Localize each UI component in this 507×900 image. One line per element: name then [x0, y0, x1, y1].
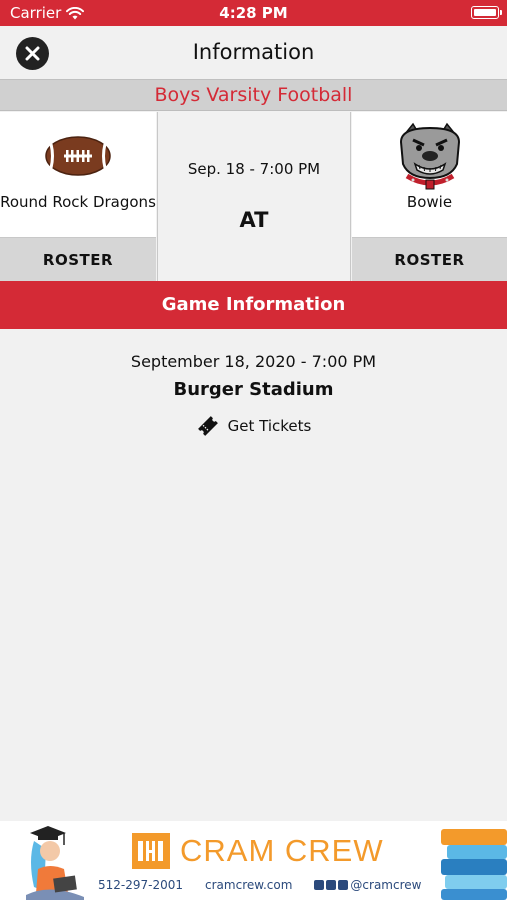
instagram-icon: [338, 880, 349, 890]
sport-title: Boys Varsity Football: [0, 79, 507, 111]
match-date: Sep. 18 - 7:00 PM: [187, 160, 321, 178]
battery-icon: [471, 6, 502, 19]
nav-bar: Information: [0, 26, 507, 78]
get-tickets-label: Get Tickets: [227, 417, 312, 435]
ad-social-handle: @cramcrew: [350, 878, 422, 892]
ad-website: cramcrew.com: [205, 878, 293, 892]
game-information-header: Game Information: [0, 281, 507, 329]
game-venue: Burger Stadium: [173, 379, 334, 400]
ad-brand: CRAM CREW: [132, 833, 384, 869]
match-summary: Sep. 18 - 7:00 PM AT: [157, 112, 351, 281]
away-team-name: Bowie: [406, 193, 453, 211]
away-roster-button[interactable]: ROSTER: [352, 237, 507, 281]
home-team-name: Round Rock Dragons: [0, 193, 156, 211]
away-team[interactable]: Bowie: [352, 112, 507, 237]
ticket-icon: [197, 416, 218, 436]
match-separator: AT: [239, 208, 269, 232]
student-illustration: [26, 826, 84, 900]
ad-banner[interactable]: CRAM CREW 512-297-2001 cramcrew.com @cra…: [0, 821, 507, 900]
facebook-icon: [326, 880, 337, 890]
home-roster-button[interactable]: ROSTER: [0, 237, 156, 281]
home-team-logo: [0, 134, 156, 178]
bulldog-logo: [399, 122, 460, 190]
books-illustration: [441, 829, 507, 900]
status-time: 4:28 PM: [219, 4, 288, 22]
away-team-logo: [352, 120, 507, 192]
cram-crew-logo-icon: [132, 833, 170, 869]
ad-contact: 512-297-2001 cramcrew.com @cramcrew: [98, 878, 421, 892]
get-tickets-link[interactable]: Get Tickets: [0, 414, 507, 438]
ad-brand-name: CRAM CREW: [180, 833, 384, 868]
football-icon: [45, 136, 111, 176]
status-bar: Carrier 4:28 PM: [0, 0, 507, 26]
ad-phone: 512-297-2001: [98, 878, 184, 892]
twitter-icon: [314, 880, 325, 890]
home-team[interactable]: Round Rock Dragons: [0, 112, 156, 237]
page-title: Information: [192, 40, 315, 64]
game-datetime: September 18, 2020 - 7:00 PM: [130, 352, 377, 371]
ad-social: @cramcrew: [314, 878, 421, 892]
